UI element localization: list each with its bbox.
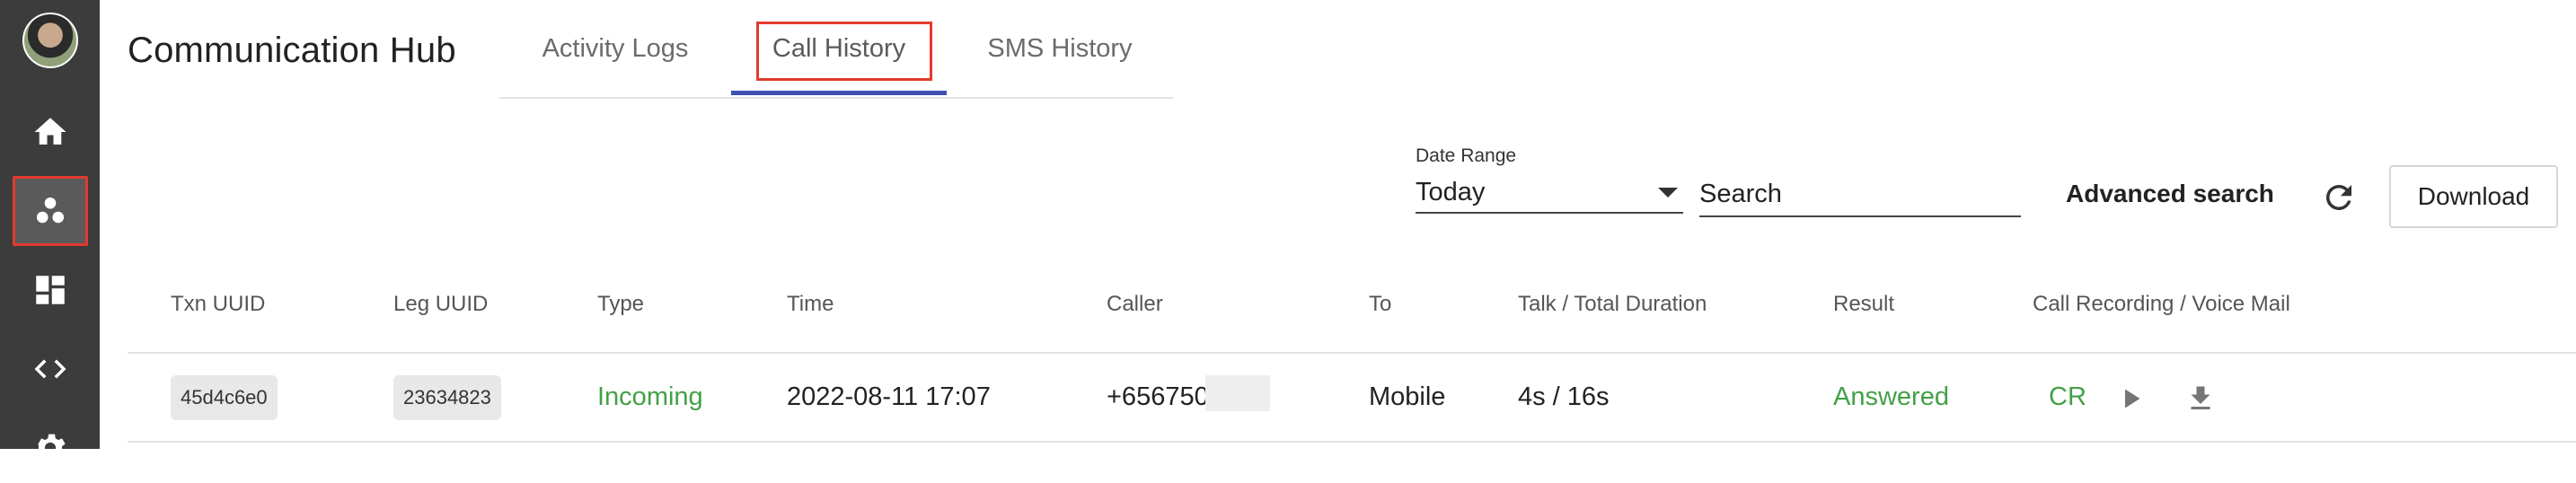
sidebar-item-developer[interactable] [13,334,88,404]
call-type: Incoming [597,382,703,411]
sidebar-item-home[interactable] [13,97,88,167]
table-row-divider [128,441,2576,443]
table-header-divider [128,352,2576,354]
sidebar-item-dashboard[interactable] [13,255,88,325]
column-header-caller[interactable]: Caller [1107,292,1163,317]
refresh-icon [2325,184,2351,210]
tab-activity-logs[interactable]: Activity Logs [499,0,731,97]
code-icon [34,359,66,379]
download-icon [2191,386,2210,409]
column-header-leg-uuid[interactable]: Leg UUID [393,292,488,317]
txn-uuid-chip[interactable]: 45d4c6e0 [171,375,278,420]
column-header-time[interactable]: Time [787,292,834,317]
search-input[interactable] [1699,172,2021,217]
call-to: Mobile [1369,382,1446,411]
sidebar-item-settings[interactable] [13,413,88,483]
column-header-result[interactable]: Result [1833,292,1894,317]
leg-uuid-chip[interactable]: 23634823 [393,375,501,420]
column-header-to[interactable]: To [1369,292,1391,317]
column-header-duration[interactable]: Talk / Total Duration [1518,292,1707,317]
home-icon [34,118,66,145]
play-button[interactable] [2113,381,2148,417]
gear-icon [35,434,66,462]
call-recording-label[interactable]: CR [2049,382,2086,412]
call-result: Answered [1833,382,1949,411]
column-header-recording[interactable]: Call Recording / Voice Mail [2033,292,2290,317]
sidebar-item-communication[interactable] [13,176,88,246]
tab-focus-highlight [756,22,932,81]
date-range-value: Today [1416,177,1486,206]
download-button[interactable]: Download [2389,165,2558,228]
advanced-search-button[interactable]: Advanced search [2066,180,2274,208]
page-title: Communication Hub [128,31,456,70]
caller-number: +656750 [1107,382,1209,411]
tab-sms-history[interactable]: SMS History [947,0,1173,97]
date-range-label: Date Range [1416,145,1517,166]
download-recording-button[interactable] [2183,381,2219,417]
dashboard-icon [36,276,65,304]
redacted-block [1205,375,1270,411]
play-icon [2125,389,2140,408]
sidebar [0,0,100,462]
date-range-select[interactable]: Today [1416,172,1683,214]
chevron-down-icon [1658,187,1678,198]
column-header-txn-uuid[interactable]: Txn UUID [171,292,265,317]
refresh-button[interactable] [2317,176,2360,219]
avatar[interactable] [22,13,78,68]
active-tab-indicator [731,91,947,95]
call-time: 2022-08-11 17:07 [787,382,991,411]
call-duration: 4s / 16s [1518,382,1610,411]
column-header-type[interactable]: Type [597,292,644,317]
people-icon [36,197,65,224]
